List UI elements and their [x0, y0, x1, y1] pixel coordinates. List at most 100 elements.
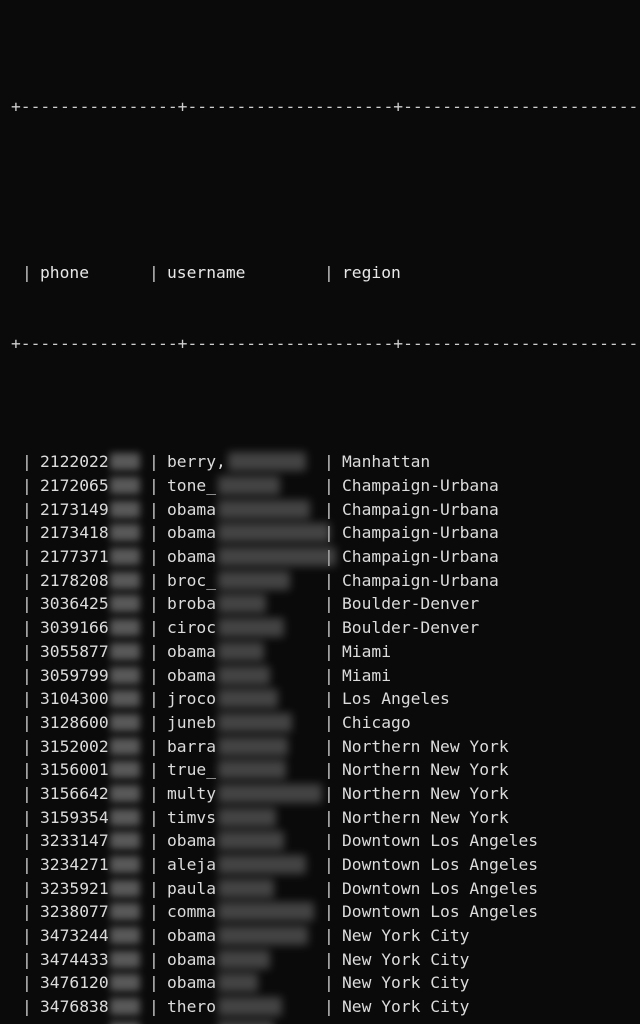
row-pipe-0: | [22, 476, 32, 495]
table-row: ||||3234271alejaDowntown Los Angeles [0, 853, 640, 877]
table-row: ||||3156001true_Northern New York [0, 758, 640, 782]
row-pipe-0: | [22, 926, 32, 946]
column-header-username: username [167, 262, 246, 282]
table-row: ||||3476838theroNew York City [0, 995, 640, 1019]
table-row: ||||3036425brobaBoulder-Denver [0, 592, 640, 616]
row-pipe-0: | [22, 973, 32, 993]
row-pipe-0: | [22, 665, 32, 685]
cell-username: aleja [167, 855, 217, 874]
row-pipe-1: | [149, 499, 159, 519]
cell-username: timvs [167, 807, 217, 827]
cell-region: Chicago [342, 712, 411, 732]
table-row: ||||3476120obamaNew York City [0, 971, 640, 995]
cell-phone: 3235921 [40, 878, 109, 898]
row-pipe-1: | [149, 665, 159, 685]
cell-phone: 3477542 [40, 1019, 148, 1024]
cell-region: New York City [342, 973, 470, 993]
cell-username: thero [167, 997, 217, 1017]
header-pipe-left: | [22, 262, 32, 282]
row-pipe-1: | [149, 760, 159, 780]
row-pipe-1: | [149, 476, 159, 495]
row-pipe-2: | [324, 736, 334, 756]
cell-username: berry, [167, 452, 226, 472]
row-pipe-2: | [324, 949, 334, 969]
cell-username: obama [167, 499, 217, 519]
table-header-row: | | | | phone username region [0, 213, 640, 282]
table-row: ||||3238077commaDowntown Los Angeles [0, 900, 640, 924]
row-pipe-2: | [324, 1019, 334, 1024]
row-pipe-2: | [324, 902, 334, 922]
cell-region: Miami [342, 665, 392, 685]
row-pipe-2: | [324, 712, 334, 732]
header-pipe-1: | [149, 262, 159, 282]
cell-phone: 3055877 [40, 641, 109, 661]
cell-phone: 2177371 [40, 547, 109, 567]
row-pipe-2: | [324, 997, 334, 1017]
row-pipe-2: | [324, 547, 334, 567]
cell-username: obama [167, 949, 217, 969]
cell-username: true_ [167, 760, 217, 780]
cell-phone: 2178208 [40, 570, 109, 590]
row-pipe-1: | [149, 926, 159, 946]
terminal-output: +----------------+---------------------+… [0, 0, 640, 1024]
table-row: ||||3104300jrocoLos Angeles [0, 687, 640, 711]
cell-region: Champaign-Urbana [342, 476, 499, 495]
cell-region: Boulder-Denver [342, 618, 480, 638]
table-row: ||||3477542traviNew York City [0, 1019, 640, 1024]
row-pipe-1: | [149, 594, 159, 614]
row-pipe-0: | [22, 523, 32, 543]
cell-username: comma [167, 902, 217, 922]
row-pipe-2: | [324, 452, 334, 472]
cell-username: obama [167, 523, 217, 543]
cell-username: obama [167, 547, 217, 567]
cell-phone: 2173149 [40, 499, 109, 519]
row-pipe-2: | [324, 878, 334, 898]
row-pipe-1: | [149, 689, 159, 709]
row-pipe-0: | [22, 997, 32, 1017]
cell-username: obama [167, 665, 217, 685]
cell-username: obama [167, 641, 217, 661]
cell-phone: 3036425 [40, 594, 109, 614]
cell-phone: 3234271 [40, 855, 109, 874]
cell-phone: 3039166 [40, 618, 109, 638]
cell-phone: 3233147 [40, 831, 109, 851]
table-row: ||||2172065tone_Champaign-Urbana [0, 474, 640, 498]
row-pipe-2: | [324, 641, 334, 661]
table-top-border: +----------------+---------------------+… [11, 96, 640, 116]
row-pipe-2: | [324, 570, 334, 590]
row-pipe-2: | [324, 594, 334, 614]
table-row: ||||2122022berry,Manhattan [0, 450, 640, 474]
row-pipe-1: | [149, 807, 159, 827]
table-header-separator: +----------------+---------------------+… [11, 333, 640, 353]
row-pipe-0: | [22, 902, 32, 922]
column-header-region: region [342, 262, 401, 282]
row-pipe-1: | [149, 1019, 159, 1024]
cell-phone: 3474433 [40, 949, 109, 969]
row-pipe-0: | [22, 689, 32, 709]
row-pipe-1: | [149, 736, 159, 756]
row-pipe-0: | [22, 807, 32, 827]
header-pipe-2: | [324, 262, 334, 282]
table-row: ||||2173149obamaChampaign-Urbana [0, 498, 640, 522]
table-row: ||||2173418obamaChampaign-Urbana [0, 521, 640, 545]
row-pipe-1: | [149, 878, 159, 898]
row-pipe-0: | [22, 855, 32, 874]
row-pipe-0: | [22, 452, 32, 472]
table-row: ||||3159354timvsNorthern New York [0, 806, 640, 830]
cell-region: Downtown Los Angeles [342, 855, 539, 874]
cell-phone: 3156642 [40, 783, 109, 803]
row-pipe-1: | [149, 902, 159, 922]
cell-region: Los Angeles [342, 689, 450, 709]
cell-username: paula [167, 878, 217, 898]
row-pipe-0: | [22, 949, 32, 969]
cell-region: Downtown Los Angeles [342, 831, 539, 851]
row-pipe-1: | [149, 641, 159, 661]
table-row: ||||3152002barraNorthern New York [0, 735, 640, 759]
row-pipe-1: | [149, 618, 159, 638]
cell-username: barra [167, 736, 217, 756]
row-pipe-0: | [22, 712, 32, 732]
table-body: | | | | 2122022 berry, Manhattan | | | | 2172065 ton… [0, 450, 640, 1024]
cell-phone: 2173418 [40, 523, 109, 543]
cell-region: New York City [342, 926, 470, 946]
cell-username: juneb [167, 712, 217, 732]
